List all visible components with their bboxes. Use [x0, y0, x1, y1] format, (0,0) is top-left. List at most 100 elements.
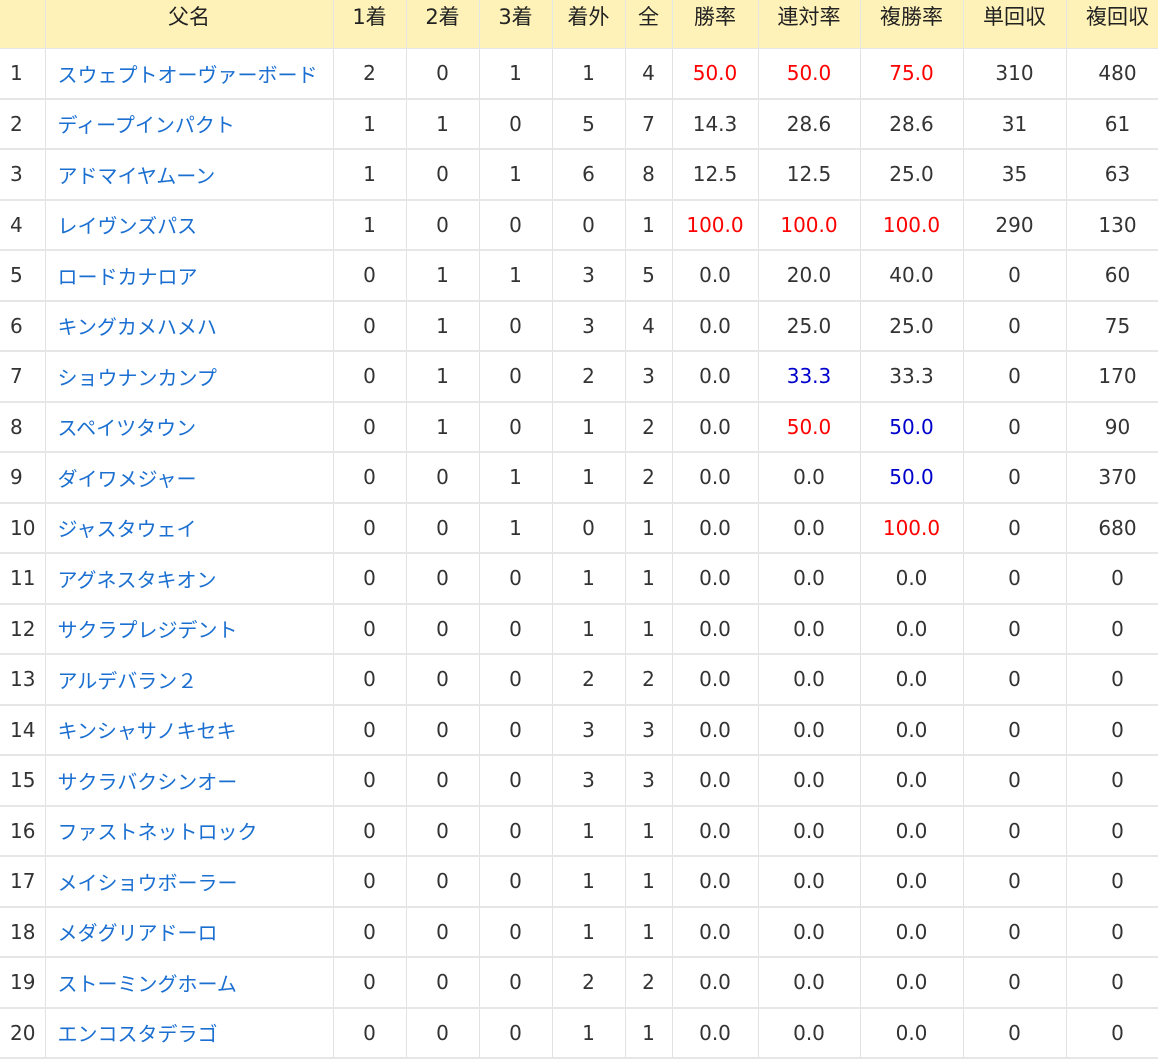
- sire-name-cell: スペイツタウン: [45, 401, 334, 453]
- show-rate-cell: 0.0: [860, 805, 964, 857]
- second-count-cell: 1: [406, 401, 480, 453]
- header-sire-name[interactable]: 父名: [45, 0, 334, 49]
- second-count-cell: 0: [406, 805, 480, 857]
- total-count-cell: 1: [625, 502, 673, 554]
- sire-name-link[interactable]: ファストネットロック: [58, 820, 258, 844]
- win-rate-cell: 0.0: [672, 856, 759, 908]
- header-second[interactable]: 2着: [406, 0, 480, 49]
- header-win-rate[interactable]: 勝率: [672, 0, 759, 49]
- sire-name-link[interactable]: アルデバラン２: [58, 669, 198, 693]
- sire-name-link[interactable]: ストーミングホーム: [58, 972, 237, 996]
- out-count-cell: 6: [552, 149, 626, 201]
- sire-name-link[interactable]: ディープインパクト: [58, 113, 235, 137]
- table-row: 7 ショウナンカンプ 0 1 0 2 3 0.0 33.3 33.3 0 170: [0, 351, 1158, 403]
- third-count-cell: 1: [479, 452, 553, 504]
- show-return-cell: 0: [1066, 755, 1158, 807]
- third-count-cell: 0: [479, 1007, 553, 1059]
- show-return-cell: 90: [1066, 401, 1158, 453]
- sire-name-link[interactable]: スペイツタウン: [58, 416, 197, 440]
- sire-name-link[interactable]: アグネスタキオン: [58, 568, 217, 592]
- rank-cell: 14: [0, 704, 46, 756]
- second-count-cell: 1: [406, 250, 480, 302]
- out-count-cell: 1: [552, 401, 626, 453]
- win-rate-cell: 0.0: [672, 401, 759, 453]
- sire-name-link[interactable]: ショウナンカンプ: [58, 366, 217, 390]
- sire-name-link[interactable]: メイショウボーラー: [58, 871, 238, 895]
- show-return-cell: 0: [1066, 704, 1158, 756]
- out-count-cell: 1: [552, 553, 626, 605]
- total-count-cell: 5: [625, 250, 673, 302]
- out-count-cell: 1: [552, 48, 626, 100]
- out-count-cell: 3: [552, 704, 626, 756]
- total-count-cell: 1: [625, 856, 673, 908]
- show-return-cell: 0: [1066, 603, 1158, 655]
- total-count-cell: 1: [625, 1007, 673, 1059]
- win-rate-cell: 0.0: [672, 300, 759, 352]
- sire-name-link[interactable]: キングカメハメハ: [58, 315, 217, 339]
- table-row: 14 キンシャサノキセキ 0 0 0 3 3 0.0 0.0 0.0 0 0: [0, 704, 1158, 756]
- table-row: 1 スウェプトオーヴァーボード 2 0 1 1 4 50.0 50.0 75.0 310 480: [0, 48, 1158, 100]
- quinella-rate-cell: 0.0: [758, 805, 861, 857]
- third-count-cell: 0: [479, 654, 553, 706]
- sire-name-link[interactable]: キンシャサノキセキ: [58, 719, 237, 743]
- table-row: 10 ジャスタウェイ 0 0 1 0 1 0.0 0.0 100.0 0 680: [0, 502, 1158, 554]
- second-count-cell: 0: [406, 906, 480, 958]
- win-rate-cell: 12.5: [672, 149, 759, 201]
- sire-name-link[interactable]: エンコスタデラゴ: [58, 1022, 218, 1046]
- win-rate-cell: 0.0: [672, 502, 759, 554]
- header-out-of-place[interactable]: 着外: [552, 0, 626, 49]
- second-count-cell: 1: [406, 98, 480, 150]
- win-return-cell: 0: [963, 755, 1067, 807]
- total-count-cell: 7: [625, 98, 673, 150]
- rank-cell: 16: [0, 805, 46, 857]
- sire-name-cell: ショウナンカンプ: [45, 351, 334, 403]
- sire-name-link[interactable]: アドマイヤムーン: [58, 164, 216, 188]
- table-row: 6 キングカメハメハ 0 1 0 3 4 0.0 25.0 25.0 0 75: [0, 300, 1158, 352]
- win-return-cell: 0: [963, 553, 1067, 605]
- quinella-rate-cell: 0.0: [758, 856, 861, 908]
- sire-name-cell: ジャスタウェイ: [45, 502, 334, 554]
- header-third[interactable]: 3着: [479, 0, 553, 49]
- out-count-cell: 1: [552, 856, 626, 908]
- show-rate-cell: 50.0: [860, 401, 964, 453]
- win-rate-cell: 0.0: [672, 654, 759, 706]
- win-return-cell: 0: [963, 906, 1067, 958]
- table-row: 2 ディープインパクト 1 1 0 5 7 14.3 28.6 28.6 31 61: [0, 98, 1158, 150]
- header-win-return[interactable]: 単回収: [963, 0, 1067, 49]
- out-count-cell: 1: [552, 805, 626, 857]
- total-count-cell: 1: [625, 199, 673, 251]
- header-first[interactable]: 1着: [333, 0, 407, 49]
- sire-name-link[interactable]: サクラプレジデント: [58, 618, 238, 642]
- win-return-cell: 0: [963, 704, 1067, 756]
- sire-name-link[interactable]: ジャスタウェイ: [58, 517, 197, 541]
- header-show-return[interactable]: 複回収: [1066, 0, 1158, 49]
- third-count-cell: 1: [479, 250, 553, 302]
- header-show-rate[interactable]: 複勝率: [860, 0, 964, 49]
- quinella-rate-cell: 0.0: [758, 452, 861, 504]
- win-rate-cell: 0.0: [672, 957, 759, 1009]
- first-count-cell: 0: [333, 351, 407, 403]
- show-rate-cell: 100.0: [860, 199, 964, 251]
- show-rate-cell: 75.0: [860, 48, 964, 100]
- header-total[interactable]: 全: [625, 0, 673, 49]
- third-count-cell: 0: [479, 906, 553, 958]
- total-count-cell: 1: [625, 906, 673, 958]
- third-count-cell: 0: [479, 553, 553, 605]
- sire-name-link[interactable]: ダイワメジャー: [58, 467, 197, 491]
- first-count-cell: 0: [333, 957, 407, 1009]
- sire-name-link[interactable]: サクラバクシンオー: [58, 770, 238, 794]
- second-count-cell: 0: [406, 856, 480, 908]
- win-return-cell: 0: [963, 805, 1067, 857]
- win-return-cell: 0: [963, 1007, 1067, 1059]
- sire-name-link[interactable]: レイヴンズパス: [58, 214, 198, 238]
- quinella-rate-cell: 20.0: [758, 250, 861, 302]
- win-rate-cell: 0.0: [672, 452, 759, 504]
- quinella-rate-cell: 28.6: [758, 98, 861, 150]
- header-quinella-rate[interactable]: 連対率: [758, 0, 861, 49]
- sire-name-link[interactable]: ロードカナロア: [58, 265, 198, 289]
- third-count-cell: 1: [479, 48, 553, 100]
- total-count-cell: 1: [625, 553, 673, 605]
- total-count-cell: 3: [625, 755, 673, 807]
- sire-name-link[interactable]: メダグリアドーロ: [58, 921, 218, 945]
- sire-name-link[interactable]: スウェプトオーヴァーボード: [58, 63, 318, 87]
